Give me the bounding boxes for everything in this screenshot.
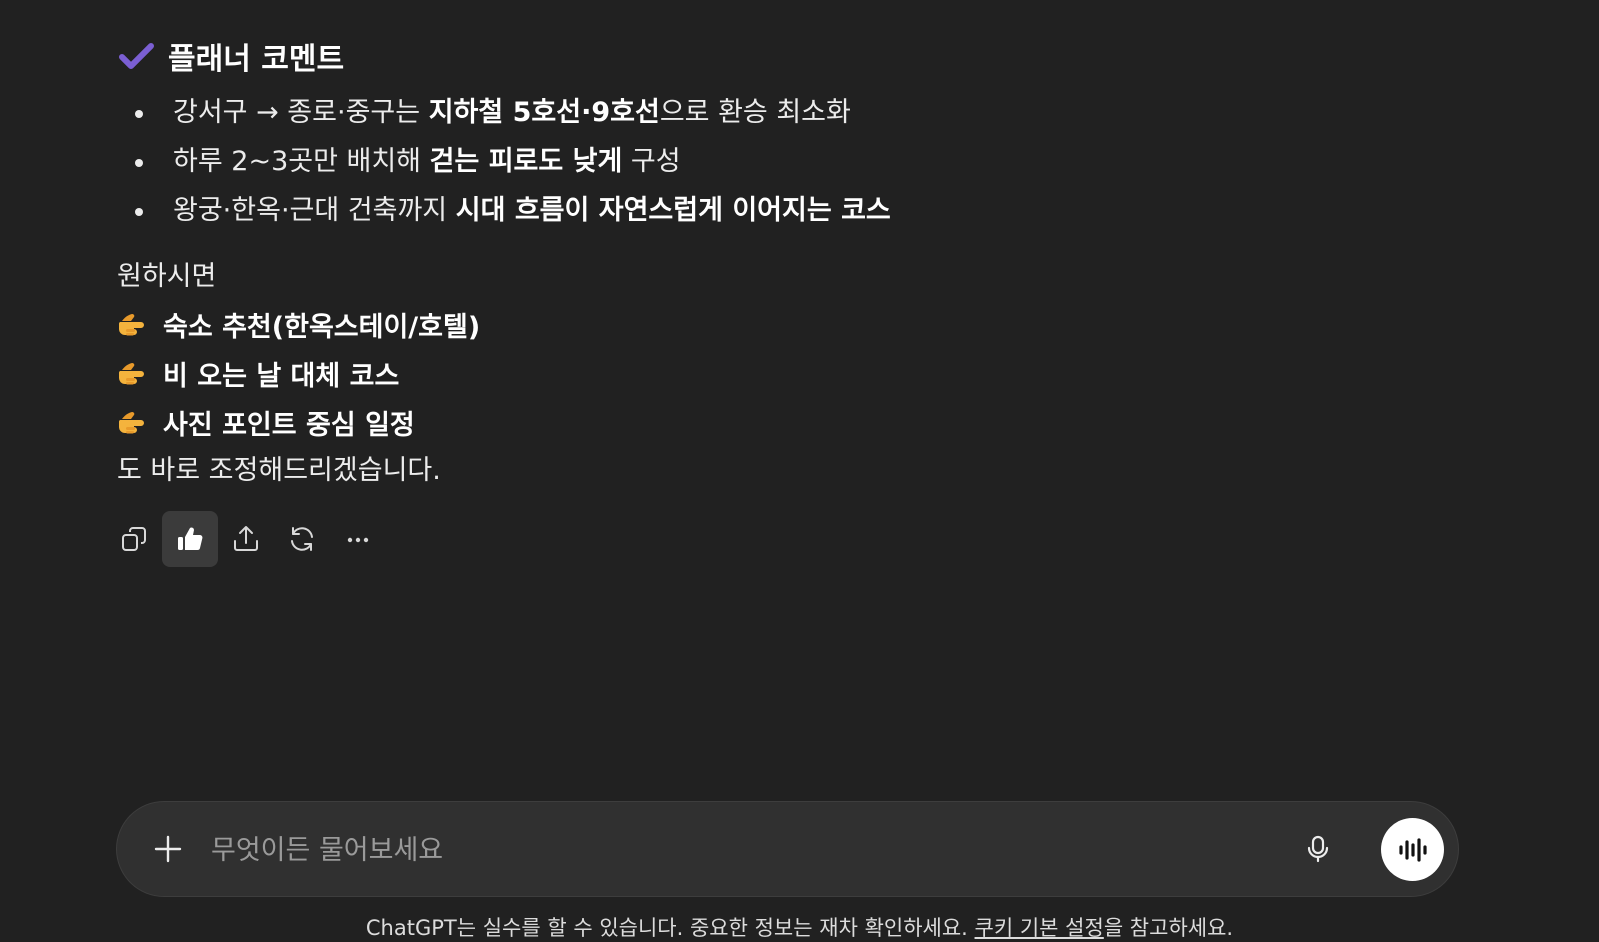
copy-icon [122, 527, 146, 551]
offer-item: 사진 포인트 중심 일정 [117, 398, 480, 447]
pointing-hand-icon [118, 411, 144, 433]
attach-button[interactable] [145, 826, 191, 872]
thumbs-up-icon [178, 527, 203, 550]
planner-comment-heading: 플래너 코멘트 [118, 34, 344, 78]
more-icon [347, 537, 369, 543]
list-item: 왕궁·한옥·근대 건축까지 시대 흐름이 자연스럽게 이어지는 코스 [118, 186, 891, 235]
list-item-text: 하루 2~3곳만 배치해 [173, 146, 430, 177]
offer-list: 숙소 추천(한옥스테이/호텔) 비 오는 날 대체 코스 사진 포인트 중심 일… [117, 300, 480, 447]
pointing-hand-icon [118, 362, 144, 384]
closing-text: 도 바로 조정해드리겠습니다. [117, 455, 441, 486]
regenerate-button[interactable] [274, 511, 330, 567]
check-mark-icon [119, 43, 154, 69]
list-item: 강서구 → 종로·중구는 지하철 5호선·9호선으로 환승 최소화 [118, 88, 891, 137]
cookie-settings-link[interactable]: 쿠키 기본 설정 [975, 916, 1104, 940]
list-item-text: 왕궁·한옥·근대 건축까지 [173, 195, 456, 226]
microphone-icon [1307, 835, 1329, 863]
thumbs-up-button[interactable] [162, 511, 218, 567]
regenerate-icon [291, 527, 313, 551]
pointing-hand-icon [118, 313, 144, 335]
share-icon [234, 526, 258, 551]
list-item-bold: 걷는 피로도 낮게 [429, 146, 623, 177]
share-button[interactable] [218, 511, 274, 567]
disclaimer-text: 을 참고하세요. [1103, 916, 1234, 940]
voice-mode-button[interactable] [1381, 818, 1444, 881]
list-item-bold: 시대 흐름이 자연스럽게 이어지는 코스 [455, 195, 891, 226]
offer-item: 비 오는 날 대체 코스 [117, 349, 480, 398]
list-item: 하루 2~3곳만 배치해 걷는 피로도 낮게 구성 [118, 137, 891, 186]
offer-label: 사진 포인트 중심 일정 [163, 410, 415, 441]
disclaimer: ChatGPT는 실수를 할 수 있습니다. 중요한 정보는 재차 확인하세요.… [0, 912, 1599, 942]
more-options-button[interactable] [330, 511, 386, 567]
copy-button[interactable] [106, 511, 162, 567]
list-item-text: 구성 [622, 146, 681, 177]
disclaimer-text: ChatGPT는 실수를 할 수 있습니다. 중요한 정보는 재차 확인하세요. [365, 916, 975, 940]
message-composer [116, 801, 1459, 897]
offer-item: 숙소 추천(한옥스테이/호텔) [117, 300, 480, 349]
list-item-text: 으로 환승 최소화 [659, 97, 851, 128]
offer-label: 비 오는 날 대체 코스 [163, 361, 400, 392]
voice-mode-icon [1398, 837, 1427, 862]
plus-icon [154, 835, 182, 863]
offer-label: 숙소 추천(한옥스테이/호텔) [163, 312, 481, 343]
prompt-input[interactable] [209, 822, 1313, 878]
offer-lead-text: 원하시면 [117, 261, 217, 292]
planner-comment-list: 강서구 → 종로·중구는 지하철 5호선·9호선으로 환승 최소화 하루 2~3… [118, 88, 891, 235]
dictate-button[interactable] [1295, 826, 1341, 872]
list-item-bold: 지하철 5호선·9호선 [428, 97, 660, 128]
list-item-text: 강서구 → 종로·중구는 [173, 97, 429, 128]
planner-comment-title: 플래너 코멘트 [168, 42, 345, 77]
chat-page: 플래너 코멘트 강서구 → 종로·중구는 지하철 5호선·9호선으로 환승 최소… [0, 0, 1599, 942]
message-actions [106, 511, 386, 567]
